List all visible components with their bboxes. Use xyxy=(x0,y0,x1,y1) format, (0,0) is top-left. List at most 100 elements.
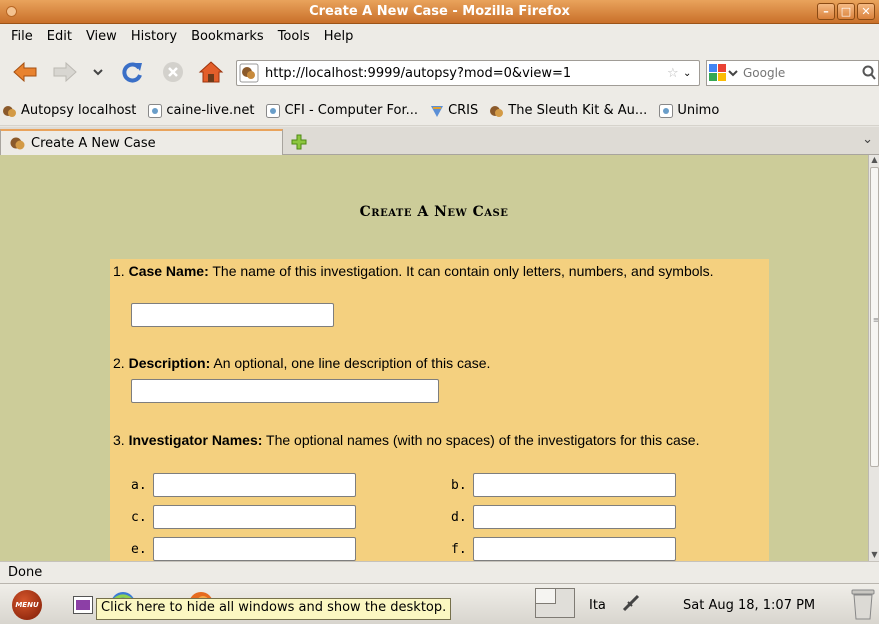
case-name-number: 1. xyxy=(113,263,129,279)
bookmark-unimo[interactable]: Unimo xyxy=(658,103,719,119)
case-name-description: 1. Case Name: The name of this investiga… xyxy=(113,262,763,280)
scroll-down-arrow-icon[interactable]: ▼ xyxy=(869,550,879,561)
tab-list-chevron-icon[interactable]: ⌄ xyxy=(862,132,873,147)
tab-create-new-case[interactable]: Create A New Case xyxy=(0,129,283,155)
investigator-c-label: c. xyxy=(131,510,147,525)
description-help: An optional, one line description of thi… xyxy=(210,355,491,371)
menu-help[interactable]: Help xyxy=(317,29,361,44)
network-disconnected-icon[interactable] xyxy=(620,592,642,618)
description-input[interactable] xyxy=(131,379,439,403)
investigator-b-input[interactable] xyxy=(473,473,676,497)
menu-view[interactable]: View xyxy=(79,29,124,44)
bookmark-label: Unimo xyxy=(677,103,720,118)
search-box[interactable] xyxy=(706,60,879,86)
page-icon xyxy=(658,103,674,119)
autopsy-dog-icon xyxy=(2,103,18,119)
menu-edit[interactable]: Edit xyxy=(40,29,79,44)
show-desktop-icon[interactable] xyxy=(73,596,93,614)
url-text[interactable]: http://localhost:9999/autopsy?mod=0&view… xyxy=(265,66,667,81)
menu-history[interactable]: History xyxy=(124,29,184,44)
bookmark-autopsy-localhost[interactable]: Autopsy localhost xyxy=(2,103,136,119)
search-icon[interactable] xyxy=(862,65,876,85)
case-name-label: Case Name: xyxy=(128,263,209,279)
investigator-label: Investigator Names: xyxy=(128,432,263,448)
home-icon[interactable] xyxy=(198,60,224,84)
bookmark-cris[interactable]: CRIS xyxy=(429,103,478,119)
investigator-f-input[interactable] xyxy=(473,537,676,561)
description-description: 2. Description: An optional, one line de… xyxy=(113,354,763,372)
search-engine-icon[interactable] xyxy=(707,63,743,83)
url-dropdown-icon[interactable]: ⌄ xyxy=(683,68,699,79)
investigator-e-input[interactable] xyxy=(153,537,356,561)
back-arrow-icon[interactable] xyxy=(12,62,38,82)
investigator-b-label: b. xyxy=(451,478,467,493)
page-icon xyxy=(147,103,163,119)
investigator-a-input[interactable] xyxy=(153,473,356,497)
cris-icon xyxy=(429,103,445,119)
page-content: Create A New Case 1. Case Name: The name… xyxy=(0,155,868,561)
investigator-d-input[interactable] xyxy=(473,505,676,529)
tab-bar: Create A New Case ⌄ xyxy=(0,127,879,155)
bookmark-cfi[interactable]: CFI - Computer For... xyxy=(265,103,418,119)
site-favicon-icon xyxy=(239,63,261,83)
bookmarks-toolbar: Autopsy localhost caine-live.net CFI - C… xyxy=(0,96,879,126)
status-bar: Done xyxy=(0,561,879,583)
keyboard-layout-indicator[interactable]: Ita xyxy=(589,598,606,613)
main-menu-button[interactable]: MENU xyxy=(12,590,42,620)
autopsy-dog-icon xyxy=(489,103,505,119)
scroll-up-arrow-icon[interactable]: ▲ xyxy=(869,155,879,166)
close-button[interactable]: ✕ xyxy=(857,3,875,20)
case-name-help: The name of this investigation. It can c… xyxy=(208,263,714,279)
reload-icon[interactable] xyxy=(120,60,144,84)
stop-icon[interactable] xyxy=(162,61,184,83)
page-title: Create A New Case xyxy=(359,204,509,220)
window-controls: – □ ✕ xyxy=(817,3,875,20)
new-tab-plus-icon[interactable] xyxy=(291,134,307,150)
bookmark-label: CRIS xyxy=(448,103,479,118)
status-text: Done xyxy=(8,565,43,580)
investigator-names-description: 3. Investigator Names: The optional name… xyxy=(113,431,763,449)
bookmark-caine-live[interactable]: caine-live.net xyxy=(147,103,254,119)
investigator-a-label: a. xyxy=(131,478,147,493)
vertical-scrollbar[interactable]: ▲ ≡ ▼ xyxy=(868,155,879,561)
menu-file[interactable]: File xyxy=(4,29,40,44)
minimize-button[interactable]: – xyxy=(817,3,835,20)
window-title: Create A New Case - Mozilla Firefox xyxy=(309,4,570,19)
url-bar[interactable]: http://localhost:9999/autopsy?mod=0&view… xyxy=(236,60,700,86)
window-titlebar[interactable]: Create A New Case - Mozilla Firefox – □ … xyxy=(0,0,879,24)
menu-bar: File Edit View History Bookmarks Tools H… xyxy=(0,24,879,48)
autopsy-dog-icon xyxy=(9,135,27,151)
desktop-panel: MENU Click here to hide all windows and … xyxy=(0,583,879,624)
bookmark-label: Autopsy localhost xyxy=(21,103,137,118)
bookmark-label: caine-live.net xyxy=(166,103,255,118)
navigation-toolbar: http://localhost:9999/autopsy?mod=0&view… xyxy=(0,48,879,96)
menu-bookmarks[interactable]: Bookmarks xyxy=(184,29,271,44)
case-name-input[interactable] xyxy=(131,303,334,327)
scroll-thumb[interactable]: ≡ xyxy=(870,167,879,467)
investigator-number: 3. xyxy=(113,432,129,448)
bookmark-label: The Sleuth Kit & Au... xyxy=(508,103,648,118)
trash-icon[interactable] xyxy=(850,588,876,624)
bookmark-star-icon[interactable]: ☆ xyxy=(667,66,683,81)
forward-arrow-icon[interactable] xyxy=(52,62,78,82)
tab-label: Create A New Case xyxy=(31,135,156,151)
page-icon xyxy=(265,103,281,119)
investigator-f-label: f. xyxy=(451,542,467,557)
search-input[interactable] xyxy=(743,66,843,80)
show-desktop-tooltip: Click here to hide all windows and show … xyxy=(96,598,452,620)
maximize-button[interactable]: □ xyxy=(837,3,855,20)
bookmark-label: CFI - Computer For... xyxy=(284,103,419,118)
workspace-switcher[interactable] xyxy=(535,588,575,618)
clock[interactable]: Sat Aug 18, 1:07 PM xyxy=(683,598,815,613)
investigator-d-label: d. xyxy=(451,510,467,525)
investigator-help: The optional names (with no spaces) of t… xyxy=(262,432,700,448)
bookmark-sleuth-kit[interactable]: The Sleuth Kit & Au... xyxy=(489,103,647,119)
description-number: 2. xyxy=(113,355,129,371)
description-label: Description: xyxy=(128,355,211,371)
history-dropdown-icon[interactable] xyxy=(92,66,104,78)
investigator-e-label: e. xyxy=(131,542,147,557)
new-case-form: 1. Case Name: The name of this investiga… xyxy=(110,259,769,561)
scroll-grip-icon: ≡ xyxy=(873,316,879,324)
menu-tools[interactable]: Tools xyxy=(271,29,317,44)
investigator-c-input[interactable] xyxy=(153,505,356,529)
